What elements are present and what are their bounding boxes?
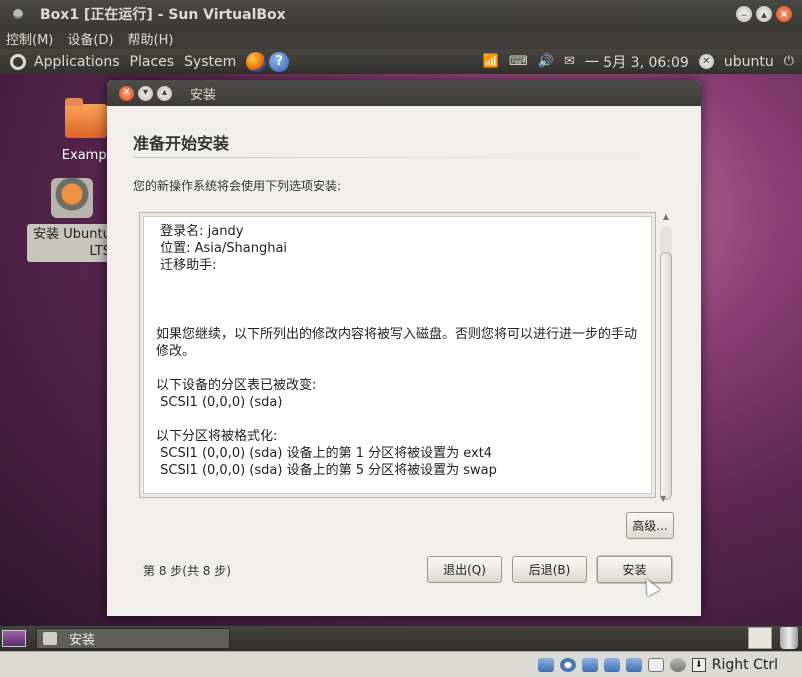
quit-button[interactable]: 退出(Q) [427,556,502,583]
summary-line: 以下分区将被格式化: [156,429,278,445]
install-button[interactable]: 安装 [597,556,672,583]
taskbar-item-install[interactable]: 安装 [36,628,230,649]
summary-line: 迁移助手: [156,258,217,274]
summary-line: SCSI1 (0,0,0) (sda) [156,394,283,410]
seamless-mode-icon[interactable] [647,657,664,672]
system-menu[interactable]: System [184,54,236,70]
dialog-titlebar: ✕ ▾ ▴ 安装 [107,80,701,106]
hard-disk-icon[interactable] [537,657,554,672]
vbox-titlebar: Box1 [正在运行] - Sun VirtualBox – ▴ ✕ [0,0,802,28]
summary-line [156,411,639,428]
step-indicator: 第 8 步(共 8 步) [143,564,231,578]
installer-icon [51,178,93,218]
page-title: 准备开始安装 [133,134,230,153]
trash-icon[interactable] [780,627,798,649]
summary-frame: 登录名: jandy 位置: Asia/Shanghai 迁移助手: 如果您继续… [139,212,656,498]
menu-control[interactable]: 控制(M) [6,29,53,48]
firefox-icon[interactable] [246,51,267,72]
applications-menu[interactable]: Applications [34,54,120,70]
heading-divider [133,157,647,158]
install-summary-text[interactable]: 登录名: jandy 位置: Asia/Shanghai 迁移助手: 如果您继续… [143,216,652,494]
clock[interactable]: 一 5月 3, 06:09 [585,52,689,72]
advanced-button[interactable]: 高级... [626,512,674,539]
summary-line: SCSI1 (0,0,0) (sda) 设备上的第 1 分区将被设置为 ext4 [156,446,493,462]
power-icon[interactable]: ⏻ [784,54,794,69]
shared-folder-icon[interactable] [625,657,642,672]
workspace-switcher-icon[interactable] [748,627,772,649]
usb-icon[interactable] [603,657,620,672]
menu-devices[interactable]: 设备(D) [67,29,113,48]
panel-tray: 📶 ⌨ 🔊 ✉ 一 5月 3, 06:09 ✕ ubuntu ⏻ [483,49,794,74]
user-status-icon[interactable]: ✕ [698,54,714,69]
vbox-statusbar: ⬇ Right Ctrl [0,651,802,677]
host-key-icon: ⬇ [691,657,706,672]
scroll-up-arrow-icon[interactable]: ▲ [658,212,674,224]
summary-line: SCSI1 (0,0,0) (sda) 设备上的第 5 分区将被设置为 swap [156,463,497,479]
summary-line [156,274,639,291]
summary-line [156,291,639,308]
help-icon[interactable]: ? [269,51,290,72]
window-controls: – ▴ ✕ [736,6,792,22]
volume-icon[interactable]: 🔊 [538,54,554,69]
dialog-minimize-button[interactable]: ▾ [138,85,153,101]
installer-small-icon [43,632,57,645]
minimize-button[interactable]: – [736,6,752,22]
ubuntu-top-panel: Applications Places System ? 📶 ⌨ 🔊 ✉ 一 5… [0,49,802,74]
scroll-down-arrow-icon[interactable]: ▼ [660,494,666,506]
desktop-icon-label: 安装 Ubuntu LTS [27,224,117,262]
maximize-button[interactable]: ▴ [756,6,772,22]
show-desktop-icon[interactable] [2,630,26,647]
summary-line: 登录名: jandy [156,224,244,239]
ubuntu-logo-icon [10,53,26,70]
dialog-maximize-button[interactable]: ▴ [157,85,172,101]
back-button[interactable]: 后退(B) [512,556,587,583]
summary-line: 以下设备的分区表已被改变: [156,377,317,393]
summary-line [156,360,639,377]
menu-help[interactable]: 帮助(H) [128,29,174,48]
close-button[interactable]: ✕ [776,6,792,22]
cd-dvd-icon[interactable] [559,657,576,672]
ubuntu-bottom-panel: 安装 [0,626,802,651]
summary-line [156,308,639,325]
network-adapter-icon[interactable] [581,657,598,672]
summary-line: 修改。 [156,343,196,359]
dialog-title: 安装 [190,87,217,103]
summary-scrollbar[interactable]: ▲ ▼ [658,212,674,503]
vbox-window-title: Box1 [正在运行] - Sun VirtualBox [40,7,286,23]
page-subtitle: 您的新操作系统将会使用下列选项安装: [133,179,342,193]
folder-icon [65,98,107,138]
scroll-thumb[interactable] [660,252,672,500]
mouse-integration-icon[interactable] [669,657,686,672]
vbox-menubar: 控制(M) 设备(D) 帮助(H) [0,28,802,49]
window-menu-icon[interactable] [13,9,23,19]
install-dialog: ✕ ▾ ▴ 安装 准备开始安装 您的新操作系统将会使用下列选项安装: 登录名: … [107,80,701,616]
places-menu[interactable]: Places [130,54,175,70]
dialog-close-button[interactable]: ✕ [119,85,134,101]
mail-icon[interactable]: ✉ [564,54,575,69]
user-name[interactable]: ubuntu [724,54,774,70]
summary-line: 如果您继续，以下所列出的修改内容将被写入磁盘。否则您将可以进行进一步的手动 [156,326,638,342]
network-icon[interactable]: 📶 [483,54,499,69]
summary-line: 位置: Asia/Shanghai [156,241,288,257]
keyboard-icon[interactable]: ⌨ [509,54,528,69]
desktop-icon-install-ubuntu[interactable]: 安装 Ubuntu LTS [27,178,117,262]
taskbar-item-label: 安装 [69,633,96,648]
host-key-label: Right Ctrl [711,656,778,673]
